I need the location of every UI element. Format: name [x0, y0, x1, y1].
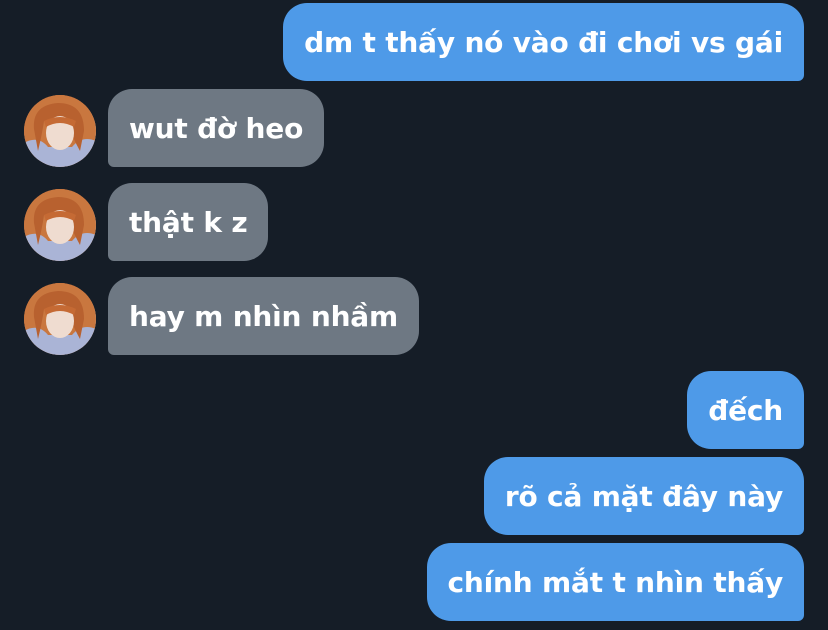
message-bubble-incoming[interactable]: wut đờ heo — [108, 89, 325, 167]
message-text: hay m nhìn nhầm — [129, 299, 398, 333]
message-bubble-incoming[interactable]: hay m nhìn nhầm — [108, 277, 419, 355]
message-text: đếch — [708, 393, 783, 427]
message-text: wut đờ heo — [129, 111, 304, 145]
contact-avatar[interactable] — [24, 95, 96, 167]
message-bubble-outgoing[interactable]: đếch — [687, 371, 804, 449]
contact-avatar[interactable] — [24, 189, 96, 261]
message-text: dm t thấy nó vào đi chơi vs gái — [304, 25, 783, 59]
message-bubble-incoming[interactable]: thật k z — [108, 183, 269, 261]
message-bubble-outgoing[interactable]: chính mắt t nhìn thấy — [426, 543, 804, 621]
contact-avatar[interactable] — [24, 283, 96, 355]
message-bubble-outgoing[interactable]: rõ cả mặt đây này — [483, 457, 804, 535]
avatar-photo-icon — [24, 95, 96, 167]
avatar-photo-icon — [24, 283, 96, 355]
message-text: chính mắt t nhìn thấy — [447, 565, 784, 599]
message-text: thật k z — [129, 205, 248, 239]
message-text: rõ cả mặt đây này — [504, 479, 783, 513]
avatar-photo-icon — [24, 189, 96, 261]
message-bubble-outgoing[interactable]: dm t thấy nó vào đi chơi vs gái — [283, 3, 804, 81]
